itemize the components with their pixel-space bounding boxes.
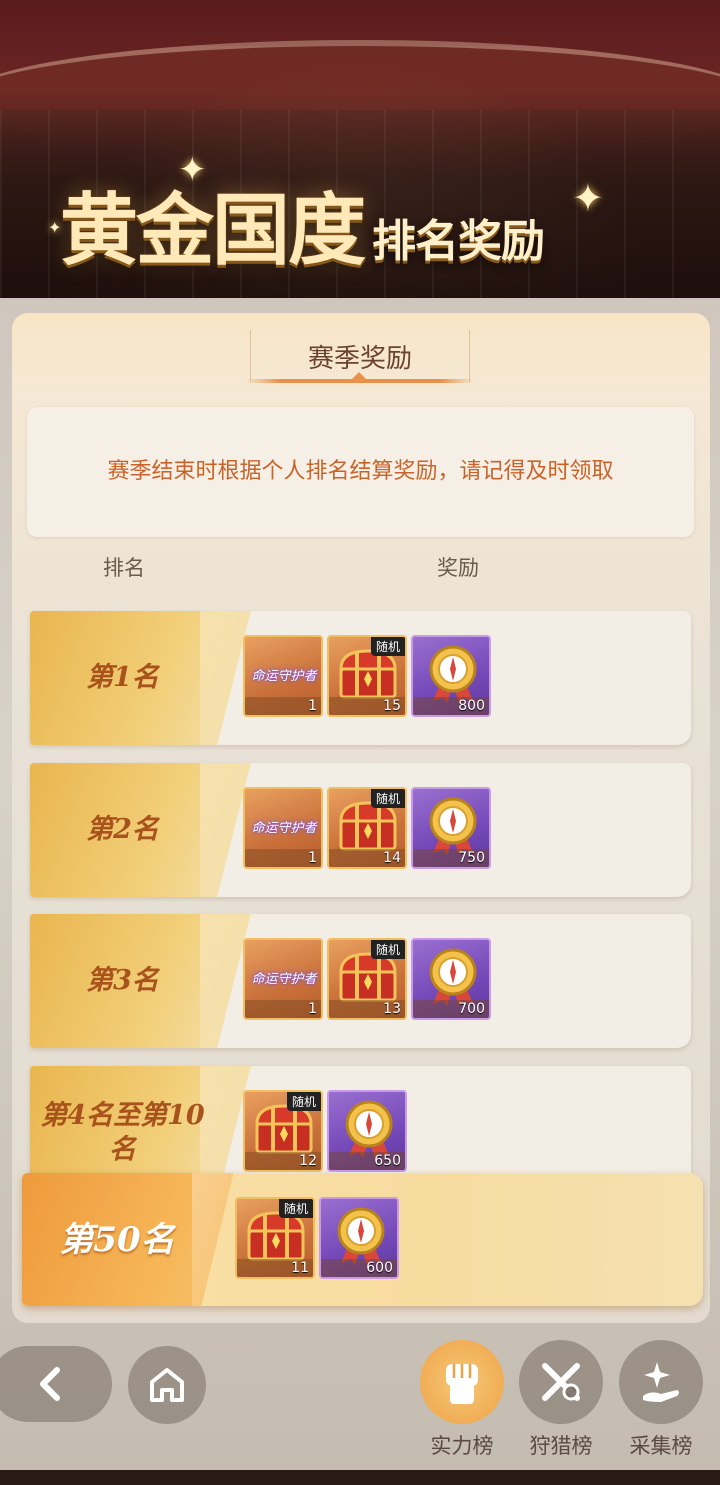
tab-caret-icon (352, 372, 366, 379)
reward-items: 随机 12 650 (243, 1090, 407, 1172)
medal-icon (429, 645, 477, 703)
reward-item-medal[interactable]: 750 (411, 787, 491, 869)
medal-icon (345, 1100, 393, 1158)
title-main: 黄金国度 (60, 185, 366, 276)
item-count: 1 (308, 698, 317, 714)
tab-hunting-ranking[interactable]: 狩猎榜 (518, 1340, 604, 1460)
back-button[interactable] (0, 1346, 112, 1422)
my-rank-row: 第50名 随机 11 600 (22, 1173, 703, 1306)
rank-row: 第1名 命运守护者 1 随机 15 800 (30, 611, 691, 745)
tab-gathering-ranking[interactable]: 采集榜 (618, 1340, 704, 1460)
tab-label: 采集榜 (629, 1434, 693, 1458)
crossed-swords-icon (542, 1363, 580, 1401)
fate-guardian-card-icon: 命运守护者 (251, 669, 317, 684)
reward-items: 命运守护者 1 随机 15 800 (243, 635, 491, 717)
home-button[interactable] (128, 1346, 206, 1424)
notice-box: 赛季结束时根据个人排名结算奖励，请记得及时领取 (27, 407, 694, 537)
reward-item-medal[interactable]: 650 (327, 1090, 407, 1172)
medal-icon (429, 797, 477, 855)
item-count: 12 (299, 1153, 317, 1169)
reward-item-card[interactable]: 命运守护者 1 (243, 787, 323, 869)
reward-item-chest[interactable]: 随机 15 (327, 635, 407, 717)
tab-underline (246, 379, 474, 383)
item-count: 750 (458, 850, 485, 866)
reward-item-chest[interactable]: 随机 11 (235, 1197, 315, 1279)
reward-items: 命运守护者 1 随机 14 750 (243, 787, 491, 869)
rank-label: 第1名 (86, 662, 159, 693)
header-banner: 黄金国度 排名奖励 ✦ ✦ ✦ (0, 0, 720, 300)
item-count: 700 (458, 1001, 485, 1017)
reward-item-medal[interactable]: 700 (411, 938, 491, 1020)
medal-icon (337, 1207, 385, 1265)
item-count: 14 (383, 850, 401, 866)
sparkle-icon: ✦ (178, 150, 207, 190)
random-badge: 随机 (370, 940, 405, 959)
item-count: 600 (366, 1260, 393, 1276)
reward-item-medal[interactable]: 600 (319, 1197, 399, 1279)
item-count: 1 (308, 1001, 317, 1017)
home-icon (150, 1368, 184, 1402)
reward-item-card[interactable]: 命运守护者 1 (243, 938, 323, 1020)
reward-item-chest[interactable]: 随机 13 (327, 938, 407, 1020)
item-count: 1 (308, 850, 317, 866)
rank-row: 第2名 命运守护者 1 随机 14 750 (30, 763, 691, 897)
chevron-left-icon (40, 1367, 60, 1401)
item-count: 15 (383, 698, 401, 714)
item-count: 650 (374, 1153, 401, 1169)
title-sub: 排名奖励 (372, 216, 545, 267)
random-badge: 随机 (370, 637, 405, 656)
random-badge: 随机 (278, 1199, 313, 1218)
page-title: 黄金国度 排名奖励 (60, 160, 620, 270)
item-count: 13 (383, 1001, 401, 1017)
fate-guardian-card-icon: 命运守护者 (251, 821, 317, 836)
sparkle-hand-icon (643, 1362, 679, 1402)
rank-label: 第3名 (86, 965, 159, 996)
footer-strip (0, 1470, 720, 1485)
tab-label: 实力榜 (430, 1434, 494, 1458)
fist-icon (446, 1364, 478, 1404)
column-header-reward: 奖励 (437, 556, 479, 580)
random-badge: 随机 (370, 789, 405, 808)
item-count: 800 (458, 698, 485, 714)
fate-guardian-card-icon: 命运守护者 (251, 972, 317, 987)
reward-item-card[interactable]: 命运守护者 1 (243, 635, 323, 717)
reward-item-chest[interactable]: 随机 12 (243, 1090, 323, 1172)
my-rank-label: 第50名 (59, 1219, 175, 1260)
reward-item-chest[interactable]: 随机 14 (327, 787, 407, 869)
rank-row: 第3名 命运守护者 1 随机 13 700 (30, 914, 691, 1048)
random-badge: 随机 (286, 1092, 321, 1111)
rank-label: 第2名 (86, 814, 159, 845)
notice-text: 赛季结束时根据个人排名结算奖励，请记得及时领取 (107, 459, 614, 484)
tab-power-ranking[interactable]: 实力榜 (419, 1340, 505, 1460)
medal-icon (429, 948, 477, 1006)
tab-label: 赛季奖励 (307, 343, 412, 374)
tab-label: 狩猎榜 (529, 1434, 593, 1458)
column-header-rank: 排名 (103, 556, 145, 580)
reward-item-medal[interactable]: 800 (411, 635, 491, 717)
reward-items: 命运守护者 1 随机 13 700 (243, 938, 491, 1020)
sparkle-icon: ✦ (48, 218, 62, 237)
item-count: 11 (291, 1260, 309, 1276)
reward-items: 随机 11 600 (235, 1197, 399, 1279)
sparkle-icon: ✦ (572, 176, 604, 220)
